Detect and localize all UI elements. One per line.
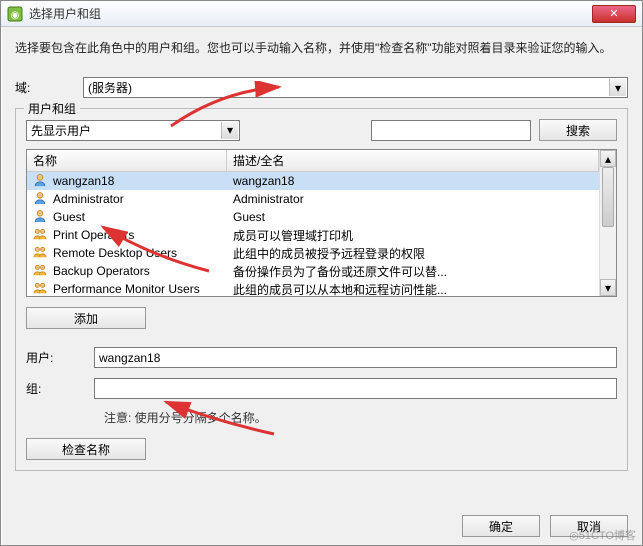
row-desc: Guest xyxy=(227,210,599,224)
window-title: 选择用户和组 xyxy=(29,5,101,22)
row-desc: 此组的成员可以从本地和远程访问性能... xyxy=(227,281,599,297)
row-desc: Administrator xyxy=(227,192,599,206)
content-area: 选择要包含在此角色中的用户和组。您也可以手动输入名称，并使用"检查名称"功能对照… xyxy=(1,27,642,479)
row-desc: 此组中的成员被授予远程登录的权限 xyxy=(227,245,599,262)
row-name: Remote Desktop Users xyxy=(53,246,177,260)
domain-label: 域: xyxy=(15,79,83,96)
table-row[interactable]: Performance Monitor Users 此组的成员可以从本地和远程访问… xyxy=(27,280,599,296)
row-name: Guest xyxy=(53,210,85,224)
group-label: 组: xyxy=(26,380,94,397)
row-name: Performance Monitor Users xyxy=(53,282,200,296)
filter-dropdown[interactable]: 先显示用户 ▾ xyxy=(26,120,240,141)
user-label: 用户: xyxy=(26,349,94,366)
group-icon xyxy=(33,281,47,297)
scroll-thumb[interactable] xyxy=(602,167,614,227)
row-name: Administrator xyxy=(53,192,124,206)
search-input[interactable] xyxy=(371,120,531,141)
row-desc: 备份操作员为了备份或还原文件可以替... xyxy=(227,263,599,280)
row-name: Print Operators xyxy=(53,228,134,242)
column-header-name[interactable]: 名称 xyxy=(27,150,227,171)
group-icon xyxy=(33,245,47,262)
list-header: 名称 描述/全名 xyxy=(27,150,599,172)
check-names-button[interactable]: 检查名称 xyxy=(26,438,146,460)
scroll-up-icon[interactable]: ▴ xyxy=(600,150,616,167)
close-button[interactable]: ✕ xyxy=(592,5,636,23)
chevron-down-icon: ▾ xyxy=(609,79,626,96)
add-row: 添加 xyxy=(26,307,617,329)
user-icon xyxy=(33,209,47,226)
titlebar: ◉ 选择用户和组 ✕ xyxy=(1,1,642,27)
user-value: wangzan18 xyxy=(99,351,160,365)
user-row: 用户: wangzan18 xyxy=(26,347,617,368)
domain-dropdown[interactable]: (服务器) ▾ xyxy=(83,77,628,98)
table-row[interactable]: Backup Operators 备份操作员为了备份或还原文件可以替... xyxy=(27,262,599,280)
row-name: Backup Operators xyxy=(53,264,150,278)
column-header-desc[interactable]: 描述/全名 xyxy=(227,150,599,171)
list-rows: wangzan18wangzan18AdministratorAdministr… xyxy=(27,172,599,296)
table-row[interactable]: Remote Desktop Users 此组中的成员被授予远程登录的权限 xyxy=(27,244,599,262)
row-name: wangzan18 xyxy=(53,174,114,188)
filter-value: 先显示用户 xyxy=(31,122,91,139)
watermark-text: ◎51CTO博客 xyxy=(569,527,636,543)
group-icon xyxy=(33,227,47,244)
svg-text:◉: ◉ xyxy=(11,10,20,21)
search-row: 先显示用户 ▾ 搜索 xyxy=(26,119,617,141)
users-list: 名称 描述/全名 wangzan18 wangzan18 Administrator… xyxy=(26,149,617,297)
row-desc: 成员可以管理域打印机 xyxy=(227,227,599,244)
table-row[interactable]: Print Operators 成员可以管理域打印机 xyxy=(27,226,599,244)
row-desc: wangzan18 xyxy=(227,174,599,188)
user-icon xyxy=(33,173,47,190)
note-text: 注意: 使用分号分隔多个名称。 xyxy=(26,409,617,426)
user-input[interactable]: wangzan18 xyxy=(94,347,617,368)
domain-value: (服务器) xyxy=(88,79,132,96)
table-row[interactable]: Guest Guest xyxy=(27,208,599,226)
group-row: 组: xyxy=(26,378,617,399)
vertical-scrollbar[interactable]: ▴ ▾ xyxy=(599,150,616,296)
instruction-text: 选择要包含在此角色中的用户和组。您也可以手动输入名称，并使用"检查名称"功能对照… xyxy=(15,39,628,57)
dialog-window: ◉ 选择用户和组 ✕ 选择要包含在此角色中的用户和组。您也可以手动输入名称，并使… xyxy=(0,0,643,546)
ok-button[interactable]: 确定 xyxy=(462,515,540,537)
user-icon xyxy=(33,191,47,208)
fieldset-legend: 用户和组 xyxy=(24,100,80,117)
close-icon: ✕ xyxy=(609,7,618,20)
table-row[interactable]: wangzan18 wangzan18 xyxy=(27,172,599,190)
search-button[interactable]: 搜索 xyxy=(539,119,617,141)
group-input[interactable] xyxy=(94,378,617,399)
scroll-down-icon[interactable]: ▾ xyxy=(600,279,616,296)
table-row[interactable]: Administrator Administrator xyxy=(27,190,599,208)
chevron-down-icon: ▾ xyxy=(221,122,238,139)
app-icon: ◉ xyxy=(7,6,23,22)
group-icon xyxy=(33,263,47,280)
domain-row: 域: (服务器) ▾ xyxy=(15,77,628,98)
add-button[interactable]: 添加 xyxy=(26,307,146,329)
users-groups-fieldset: 用户和组 先显示用户 ▾ 搜索 名称 描述/全名 xyxy=(15,108,628,471)
